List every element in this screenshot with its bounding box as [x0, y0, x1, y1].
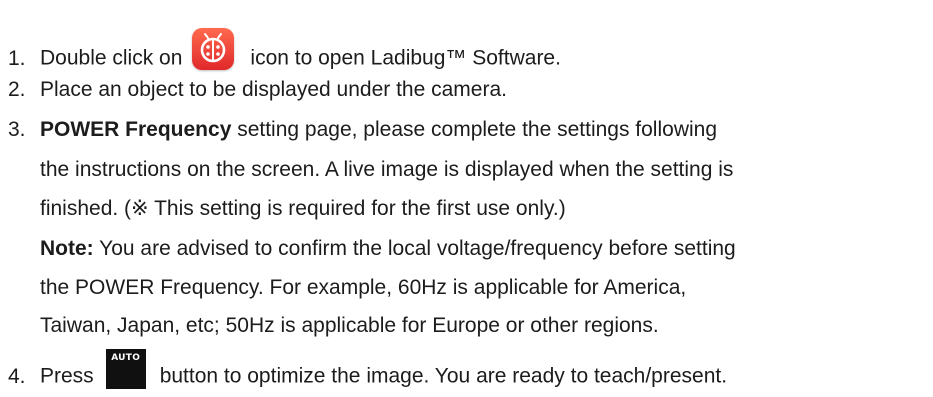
note-line-2: the POWER Frequency. For example, 60Hz i…	[40, 276, 686, 300]
step-number: 1.	[8, 46, 26, 70]
step-number: 3.	[8, 118, 26, 141]
step-text: Double click on	[40, 46, 183, 70]
step-bold-term: POWER Frequency	[40, 118, 232, 141]
note-text: the POWER Frequency. For example, 60Hz i…	[40, 276, 687, 299]
ladibug-icon	[192, 28, 235, 70]
step-text: button to optimize the image. You are re…	[159, 364, 728, 388]
note-text: Taiwan, Japan, etc; 50Hz is applicable f…	[40, 314, 659, 337]
step-text: Place an object to be displayed under th…	[40, 78, 507, 101]
note-line-3: Taiwan, Japan, etc; 50Hz is applicable f…	[40, 314, 659, 338]
step-number: 2.	[8, 78, 26, 101]
step-3-line-3: finished. (※ This setting is required fo…	[40, 197, 566, 221]
step-text: finished. (※ This setting is required fo…	[40, 197, 566, 220]
step-2: 2. Place an object to be displayed under …	[8, 78, 507, 102]
step-text: icon to open Ladibug™ Software.	[250, 46, 561, 70]
step-4: 4. Press AUTO button to optimize the image.…	[8, 349, 728, 397]
step-3-line-2: the instructions on the screen. A live i…	[40, 158, 733, 182]
note-label: Note:	[40, 237, 94, 260]
step-number: 4.	[8, 364, 26, 388]
step-1: 1. Double click on icon to open Ladibug™ …	[8, 28, 561, 80]
step-text: the instructions on the screen. A live i…	[40, 158, 734, 181]
instruction-document: 1. Double click on icon to open Ladibug™ …	[0, 0, 933, 395]
auto-button-icon: AUTO	[105, 349, 146, 389]
note-line-1: Note: You are advised to confirm the loc…	[40, 237, 736, 261]
auto-icon-label: AUTO	[111, 353, 141, 363]
step-text: Press	[40, 364, 94, 388]
step-text: setting page, please complete the settin…	[231, 118, 718, 141]
step-3: 3. POWER Frequency setting page, please c…	[8, 118, 717, 142]
note-text: You are advised to confirm the local vol…	[93, 237, 736, 260]
